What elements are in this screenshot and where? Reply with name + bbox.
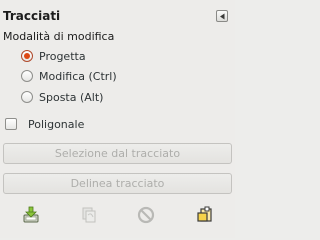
stroke-path-button[interactable]: Delinea tracciato <box>3 173 232 194</box>
radio-move[interactable]: Sposta (Alt) <box>21 89 103 105</box>
radio-design[interactable]: Progetta <box>21 48 86 64</box>
polygonal-checkbox-row[interactable]: Poligonale <box>5 116 84 132</box>
radio-button[interactable] <box>21 91 33 103</box>
radio-label: Modifica (Ctrl) <box>39 69 117 83</box>
radio-button[interactable] <box>21 50 33 62</box>
edit-mode-label: Modalità di modifica <box>3 30 115 43</box>
panel-title: Tracciati <box>3 9 61 23</box>
radio-edit[interactable]: Modifica (Ctrl) <box>21 68 117 84</box>
triangle-left-icon <box>220 13 225 20</box>
copy-path-icon[interactable] <box>80 206 98 224</box>
radio-button[interactable] <box>21 70 33 82</box>
reset-path-icon[interactable] <box>196 206 214 224</box>
radio-label: Progetta <box>39 49 86 63</box>
import-path-icon[interactable] <box>22 206 40 224</box>
paths-tool-options-panel: Tracciati Modalità di modifica Progetta … <box>0 0 235 238</box>
radio-label: Sposta (Alt) <box>39 90 104 104</box>
polygonal-label: Poligonale <box>28 117 85 131</box>
cancel-icon[interactable] <box>137 206 155 224</box>
polygonal-checkbox[interactable] <box>5 118 17 130</box>
collapse-button[interactable] <box>216 10 228 22</box>
selection-from-path-button[interactable]: Selezione dal tracciato <box>3 143 232 164</box>
